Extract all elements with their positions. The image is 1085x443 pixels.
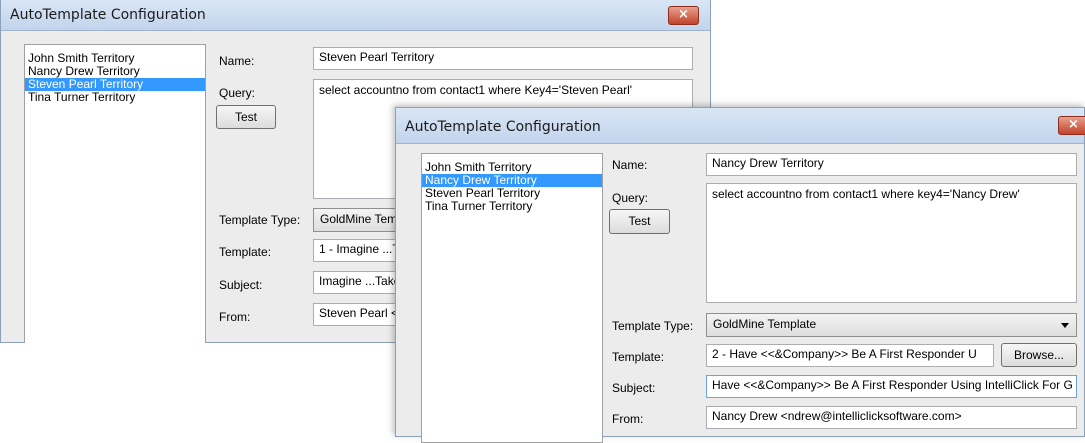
back-subject-field[interactable]: Imagine ...Take bbox=[313, 271, 403, 294]
front-config-window: AutoTemplate Configuration × John Smith … bbox=[395, 107, 1085, 443]
back-name-field[interactable]: Steven Pearl Territory bbox=[313, 47, 693, 70]
back-title-bar[interactable]: AutoTemplate Configuration × bbox=[1, 0, 710, 31]
front-template-type-label: Template Type: bbox=[612, 319, 694, 333]
front-close-icon[interactable]: × bbox=[1058, 116, 1085, 135]
front-browse-button[interactable]: Browse... bbox=[1001, 343, 1077, 367]
back-window-title: AutoTemplate Configuration bbox=[10, 7, 206, 23]
front-query-label: Query: bbox=[612, 191, 649, 205]
front-template-type-value: GoldMine Template bbox=[713, 317, 817, 331]
back-list-item-tina-turner[interactable]: Tina Turner Territory bbox=[25, 91, 205, 104]
back-test-button[interactable]: Test bbox=[216, 105, 276, 129]
back-name-label: Name: bbox=[219, 54, 255, 68]
front-query-textarea[interactable]: select accountno from contact1 where key… bbox=[706, 183, 1077, 303]
chevron-down-icon bbox=[1061, 323, 1069, 328]
front-template-type-select[interactable]: GoldMine Template bbox=[706, 313, 1077, 337]
back-template-type-label: Template Type: bbox=[219, 213, 301, 227]
front-territory-list[interactable]: John Smith Territory Nancy Drew Territor… bbox=[421, 153, 603, 443]
front-window-title: AutoTemplate Configuration bbox=[405, 119, 601, 135]
front-name-label: Name: bbox=[612, 158, 648, 172]
back-subject-label: Subject: bbox=[219, 278, 263, 292]
back-template-field[interactable]: 1 - Imagine ...Ta bbox=[313, 239, 403, 262]
back-template-label: Template: bbox=[219, 245, 272, 259]
desktop-background bbox=[0, 343, 395, 437]
back-from-label: From: bbox=[219, 310, 251, 324]
back-query-label: Query: bbox=[219, 86, 256, 100]
back-close-icon[interactable]: × bbox=[668, 6, 699, 25]
front-from-field[interactable]: Nancy Drew <ndrew@intelliclicksoftware.c… bbox=[706, 406, 1077, 429]
back-from-field[interactable]: Steven Pearl <s bbox=[313, 303, 403, 326]
front-template-field[interactable]: 2 - Have <<&Company>> Be A First Respond… bbox=[706, 344, 994, 367]
back-territory-list[interactable]: John Smith Territory Nancy Drew Territor… bbox=[24, 44, 206, 344]
back-template-type-select[interactable]: GoldMine Temp bbox=[313, 208, 403, 232]
front-title-bar[interactable]: AutoTemplate Configuration × bbox=[396, 108, 1085, 144]
front-from-label: From: bbox=[612, 412, 644, 426]
front-subject-label: Subject: bbox=[612, 381, 656, 395]
front-name-field[interactable]: Nancy Drew Territory bbox=[706, 153, 1077, 176]
front-subject-field[interactable]: Have <<&Company>> Be A First Responder U… bbox=[706, 375, 1077, 398]
front-test-button[interactable]: Test bbox=[609, 209, 670, 234]
front-template-label: Template: bbox=[612, 350, 665, 364]
front-list-item-tina-turner[interactable]: Tina Turner Territory bbox=[422, 200, 602, 213]
